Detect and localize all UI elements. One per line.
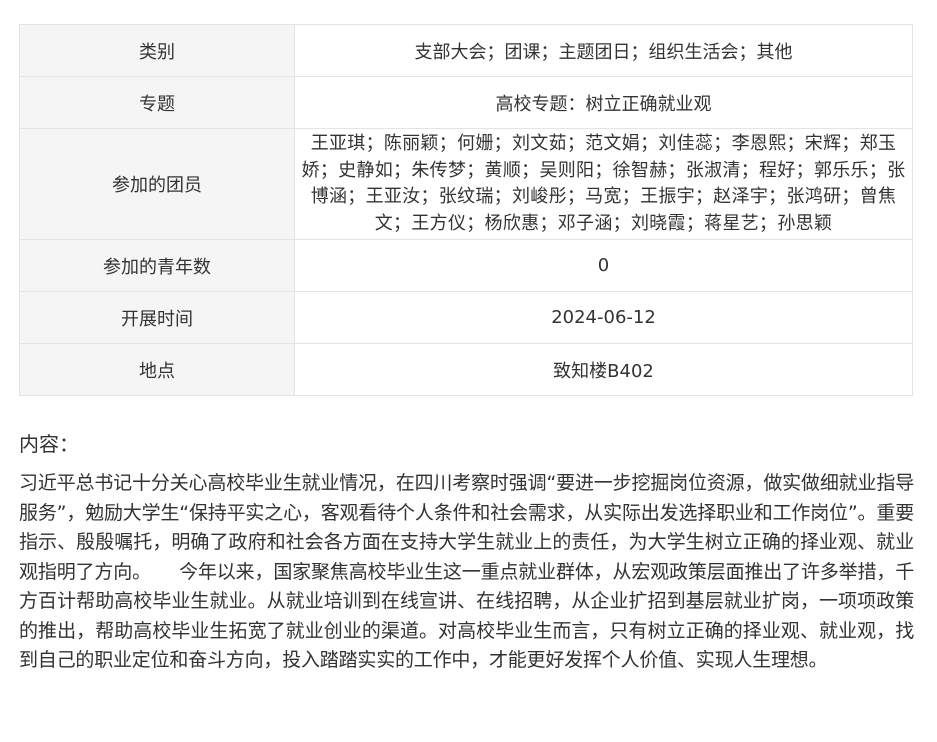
content-heading: 内容： — [19, 432, 79, 456]
category-label: 类别 — [19, 24, 295, 77]
topic-value: 高校专题：树立正确就业观 — [294, 76, 913, 129]
category-value: 支部大会；团课；主题团日；组织生活会；其他 — [294, 24, 913, 77]
date-value: 2024-06-12 — [294, 291, 913, 344]
table-row-youth-count: 参加的青年数 0 — [19, 239, 913, 292]
location-label: 地点 — [19, 343, 295, 396]
location-value: 致知楼B402 — [294, 343, 913, 396]
members-value: 王亚琪；陈丽颖；何姗；刘文茹；范文娟；刘佳蕊；李恩熙；宋辉；郑玉娇；史静如；朱传… — [294, 128, 913, 240]
table-row-members: 参加的团员 王亚琪；陈丽颖；何姗；刘文茹；范文娟；刘佳蕊；李恩熙；宋辉；郑玉娇；… — [19, 128, 913, 240]
content-text: 习近平总书记十分关心高校毕业生就业情况，在四川考察时强调“要进一步挖掘岗位资源，… — [19, 472, 914, 671]
youth-count-label: 参加的青年数 — [19, 239, 295, 292]
youth-count-value: 0 — [294, 239, 913, 292]
table-row-topic: 专题 高校专题：树立正确就业观 — [19, 76, 913, 129]
table-row-location: 地点 致知楼B402 — [19, 343, 913, 396]
table-row-date: 开展时间 2024-06-12 — [19, 291, 913, 344]
date-label: 开展时间 — [19, 291, 295, 344]
members-label: 参加的团员 — [19, 128, 295, 240]
topic-label: 专题 — [19, 76, 295, 129]
table-row-category: 类别 支部大会；团课；主题团日；组织生活会；其他 — [19, 24, 913, 77]
activity-info-table: 类别 支部大会；团课；主题团日；组织生活会；其他 专题 高校专题：树立正确就业观… — [19, 24, 913, 396]
